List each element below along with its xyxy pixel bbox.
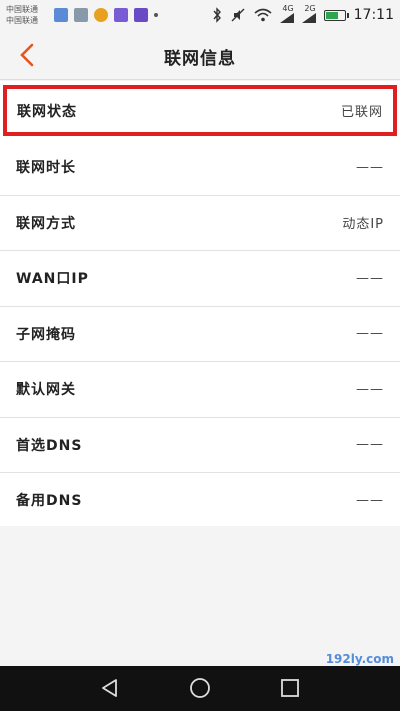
clock: 17:11 (353, 7, 394, 23)
row-label: WAN口IP (16, 271, 89, 288)
square-recent-icon[interactable] (278, 676, 302, 700)
row-value: —— (356, 381, 384, 397)
bluetooth-icon (213, 7, 221, 23)
row-label: 联网方式 (16, 215, 76, 232)
empty-area (0, 526, 400, 666)
signal-icon (279, 13, 294, 23)
silent-icon (231, 8, 245, 22)
voicemail-icon (134, 8, 148, 22)
status-right: 4G 2G 17:11 (212, 5, 394, 25)
row-label: 备用DNS (16, 493, 83, 510)
row-value: 已联网 (340, 105, 383, 120)
page-title: 联网信息 (164, 49, 236, 69)
carrier-2: 中国联通 (6, 16, 38, 25)
row-connection-status[interactable]: 联网状态 已联网 (3, 85, 397, 136)
battery-icon (323, 9, 349, 21)
network-info-list: 联网状态 已联网 联网时长 —— 联网方式 动态IP WAN口IP —— 子网掩… (0, 81, 400, 529)
battery-fill (325, 11, 338, 19)
row-wan-ip[interactable]: WAN口IP —— (0, 251, 400, 307)
row-label: 联网时长 (16, 160, 76, 177)
row-label: 首选DNS (16, 437, 83, 454)
row-label: 子网掩码 (16, 326, 76, 343)
carrier-1: 中国联通 (6, 5, 38, 14)
circle-home-icon[interactable] (188, 676, 212, 700)
network-2-label: 2G (304, 4, 316, 13)
row-value: —— (356, 270, 384, 286)
navigation-bar (0, 666, 400, 711)
network-1-label: 4G (282, 4, 294, 13)
app-notification-icon (54, 8, 68, 22)
status-bar: 中国联通 中国联通 4G 2G 17:11 (0, 0, 400, 30)
row-label: 联网状态 (17, 103, 77, 120)
weibo-icon (94, 8, 108, 22)
row-value: —— (356, 159, 384, 175)
row-label: 默认网关 (16, 382, 76, 399)
signal-4g: 4G (279, 4, 294, 25)
watermark: 192ly.com (325, 652, 394, 666)
row-value: —— (356, 492, 384, 508)
row-connection-duration[interactable]: 联网时长 —— (0, 140, 400, 196)
wifi-icon (254, 8, 272, 22)
row-value: —— (356, 437, 384, 453)
more-icon (154, 13, 158, 17)
row-secondary-dns[interactable]: 备用DNS —— (0, 473, 400, 529)
row-default-gateway[interactable]: 默认网关 —— (0, 362, 400, 418)
notification-icons (54, 8, 158, 22)
row-connection-type[interactable]: 联网方式 动态IP (0, 196, 400, 251)
signal-icon-2 (301, 13, 316, 23)
row-value: —— (356, 326, 384, 342)
chat-icon (114, 8, 128, 22)
row-primary-dns[interactable]: 首选DNS —— (0, 418, 400, 473)
triangle-back-icon[interactable] (98, 676, 122, 700)
title-bar: 联网信息 (0, 30, 400, 80)
row-value: 动态IP (342, 217, 384, 233)
carrier-labels: 中国联通 中国联通 (6, 4, 50, 26)
image-notification-icon (74, 8, 88, 22)
signal-2g: 2G (301, 4, 316, 25)
row-subnet-mask[interactable]: 子网掩码 —— (0, 307, 400, 362)
